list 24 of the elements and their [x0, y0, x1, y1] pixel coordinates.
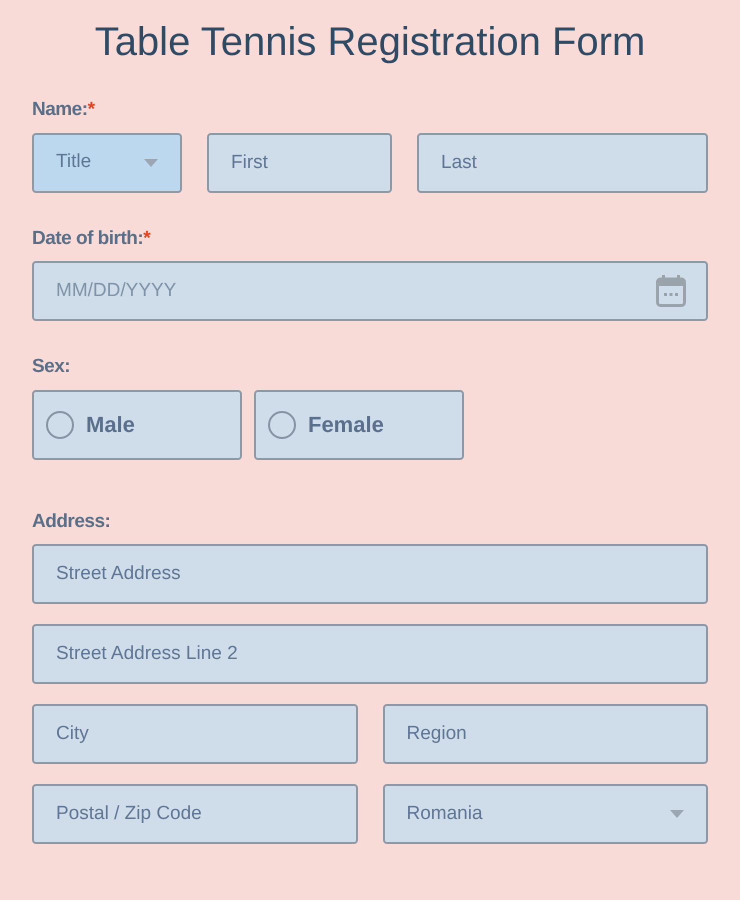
required-mark: *	[143, 226, 150, 250]
input-field[interactable]: City	[32, 704, 358, 764]
date-field[interactable]: MM/DD/YYYY	[32, 261, 708, 321]
caret-icon	[144, 158, 158, 166]
radio-option[interactable]: Male	[32, 390, 242, 460]
input-field[interactable]: Street Address	[32, 544, 708, 604]
radio-option[interactable]: Female	[254, 390, 464, 460]
field-label: Name:	[32, 98, 88, 122]
calendar-icon	[656, 275, 686, 307]
radio-button[interactable]	[46, 410, 74, 438]
input-field[interactable]: Street Address Line 2	[32, 624, 708, 684]
field-label: Address:	[32, 510, 110, 534]
input-field[interactable]: First	[207, 132, 392, 192]
form-title: Table Tennis Registration Form	[94, 19, 646, 66]
radio-button[interactable]	[268, 410, 296, 438]
select-field[interactable]: Romania	[382, 784, 708, 844]
field-label: Date of birth:	[32, 226, 144, 250]
input-field[interactable]: Region	[382, 704, 708, 764]
input-field[interactable]: Postal / Zip Code	[32, 784, 358, 844]
caret-icon	[670, 810, 684, 818]
input-field[interactable]: Last	[417, 132, 708, 192]
select-field[interactable]: Title	[32, 132, 182, 192]
required-mark: *	[88, 98, 94, 122]
field-label: Sex:	[32, 355, 70, 379]
